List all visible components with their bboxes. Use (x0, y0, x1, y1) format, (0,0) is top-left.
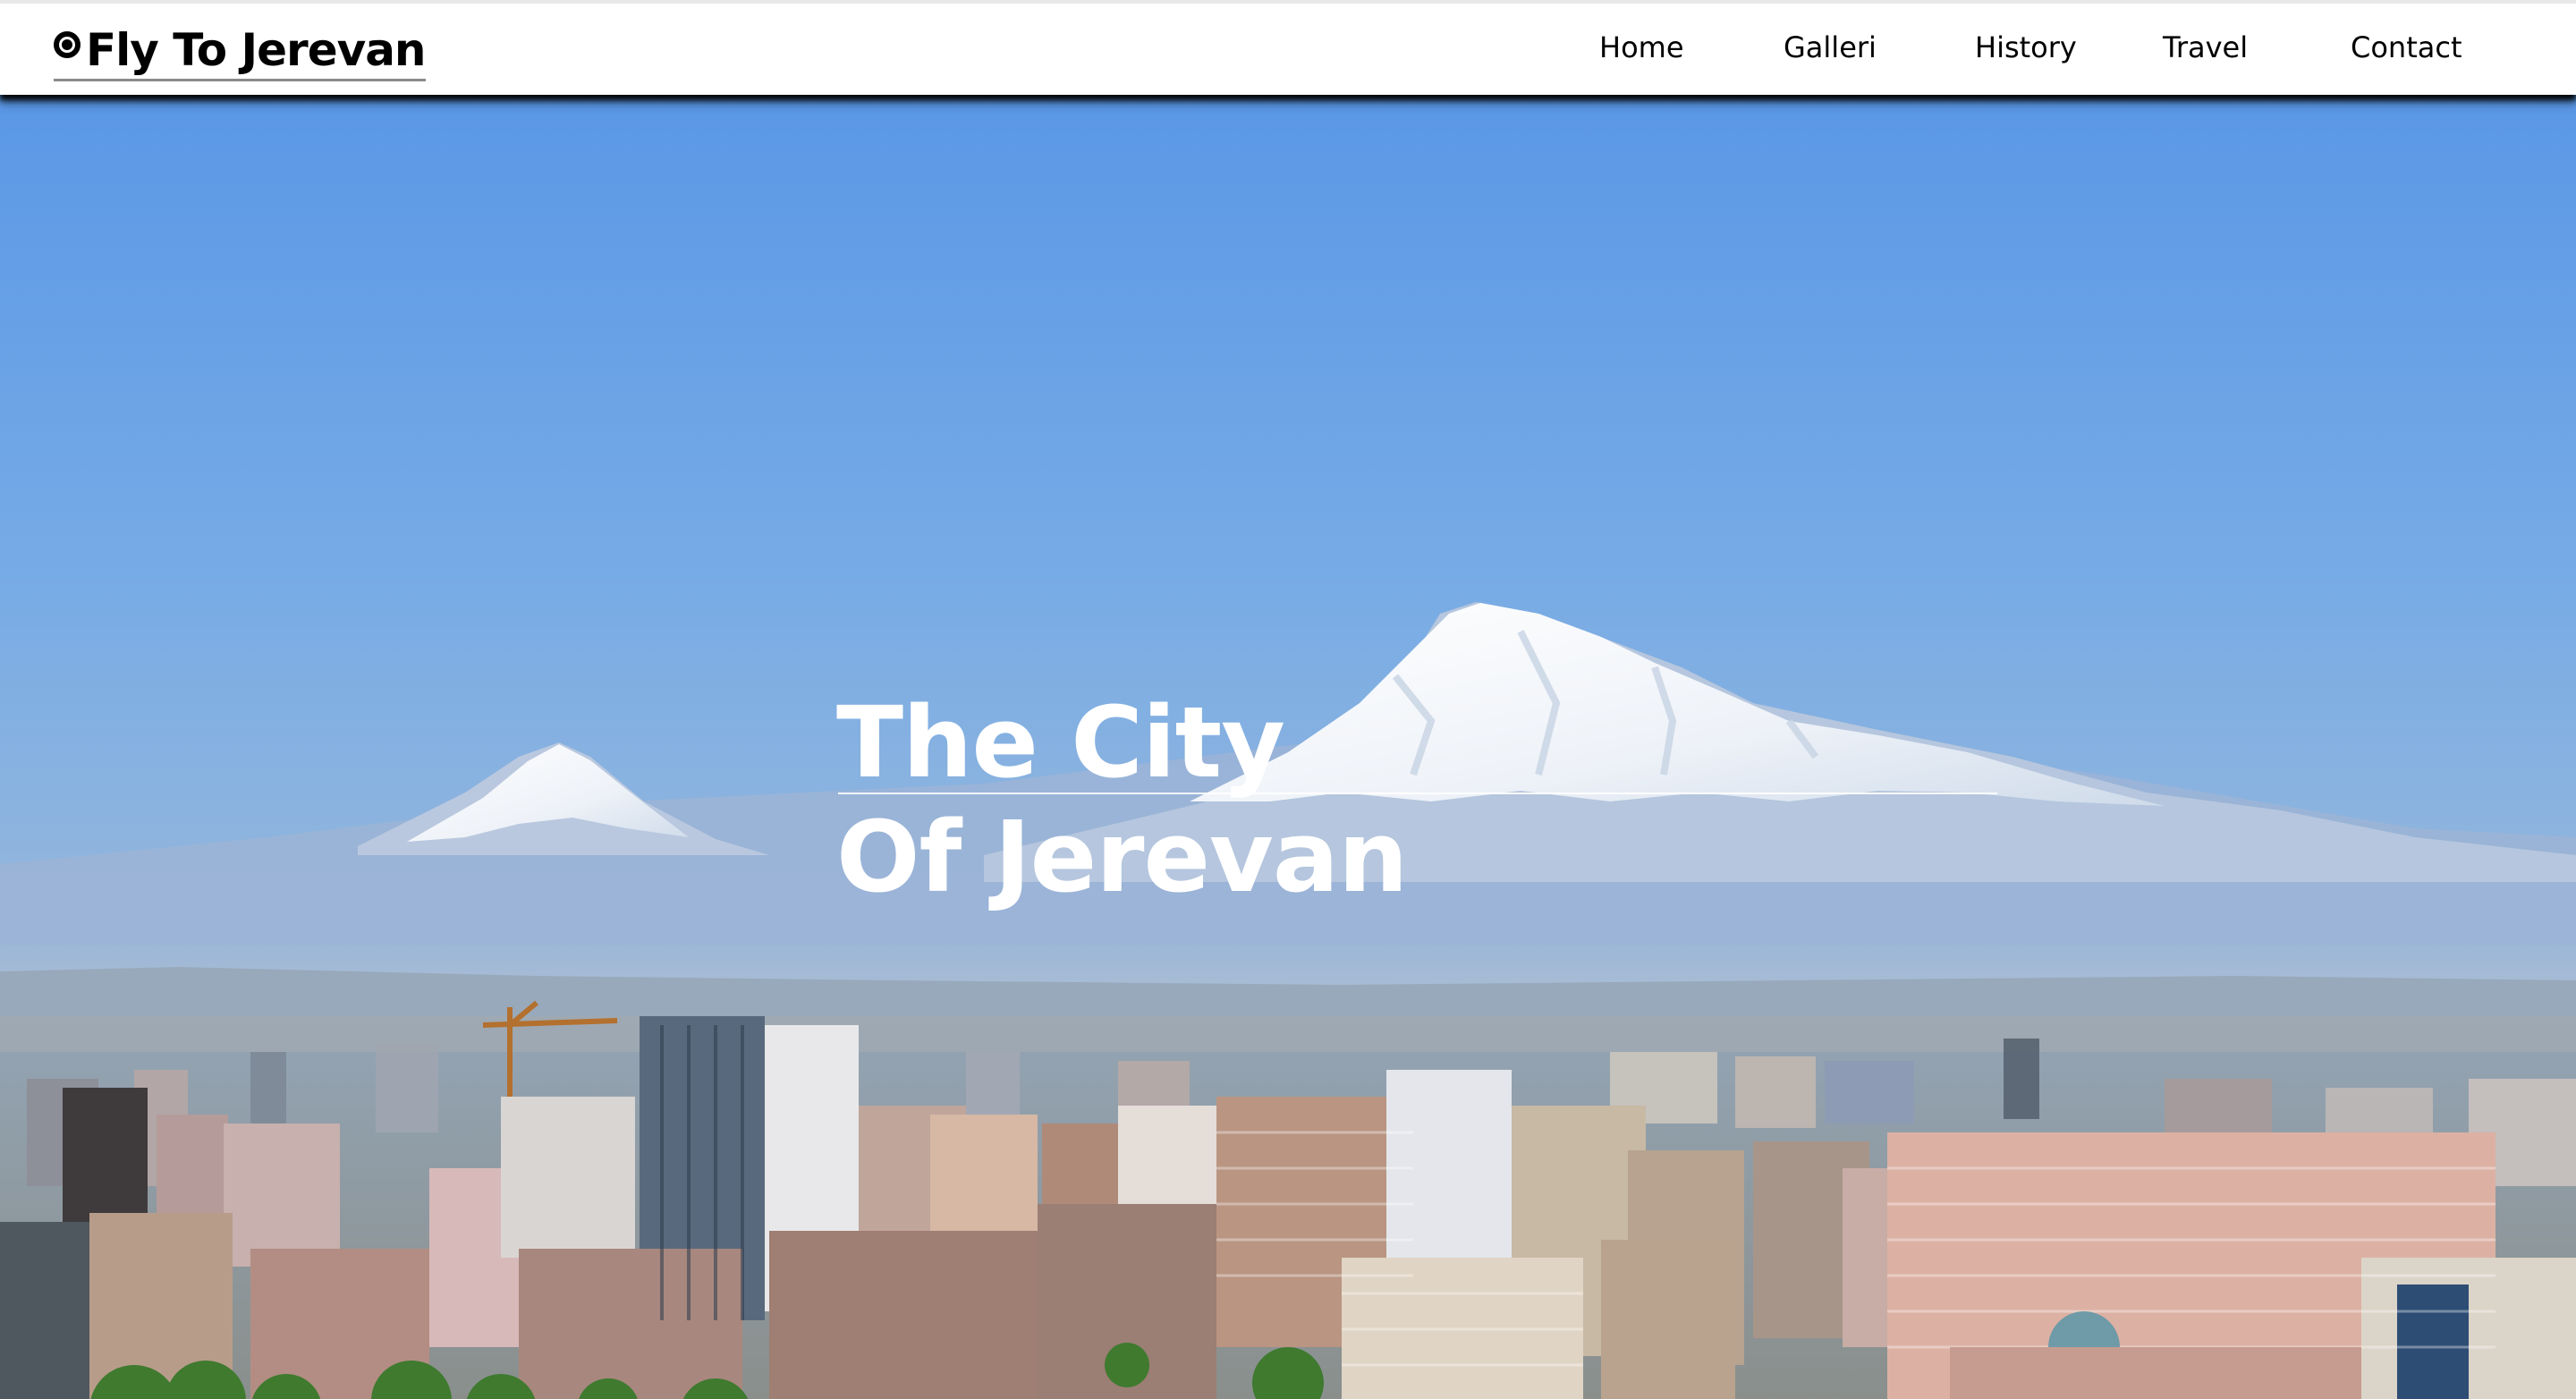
hero-title: The City Of Jerevan (836, 685, 1408, 914)
hero-title-line-2: Of Jerevan (836, 800, 1408, 914)
brand-title: Fly To Jerevan (86, 24, 427, 76)
radio-dot-icon (54, 31, 80, 58)
nav-contact[interactable]: Contact (2351, 30, 2462, 64)
nav-home[interactable]: Home (1599, 30, 1684, 64)
nav-galleri[interactable]: Galleri (1784, 30, 1877, 64)
brand-logo-link[interactable]: Fly To Jerevan (54, 21, 427, 81)
hero-section: The City Of Jerevan (0, 95, 2576, 1399)
nav-travel[interactable]: Travel (2163, 30, 2248, 64)
nav-history[interactable]: History (1975, 30, 2077, 64)
hero-title-line-1: The City (836, 685, 1285, 800)
top-navbar: Fly To Jerevan Home Galleri History Trav… (0, 0, 2576, 95)
